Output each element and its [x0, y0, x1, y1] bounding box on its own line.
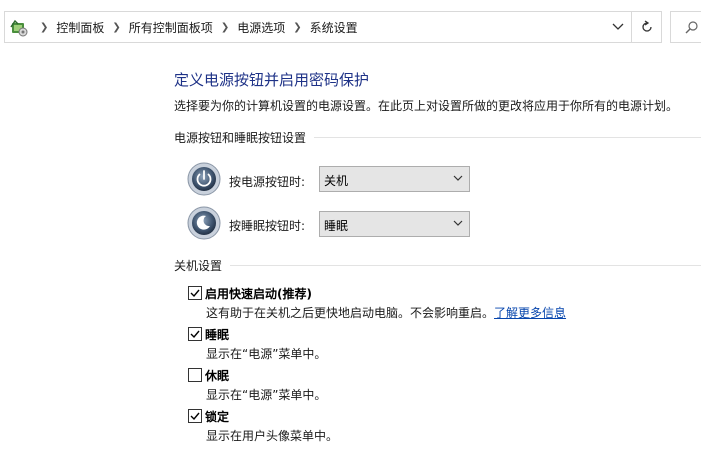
power-buttons-group-header: 电源按钮和睡眠按钮设置	[174, 129, 701, 145]
address-history-button[interactable]	[605, 12, 631, 42]
refresh-icon	[642, 20, 652, 32]
address-bar[interactable]: ❯ 控制面板 ❯ 所有控制面板项 ❯ 电源选项 ❯ 系统设置	[4, 11, 662, 43]
search-input[interactable]	[670, 11, 701, 43]
power-button-icon	[187, 162, 221, 196]
breadcrumb-item-system-settings[interactable]: 系统设置	[310, 19, 358, 36]
chevron-down-icon	[453, 175, 463, 181]
hibernate-description: 显示在“电源”菜单中。	[206, 388, 327, 402]
page-title: 定义电源按钮并启用密码保护	[174, 71, 370, 89]
power-button-label: 按电源按钮时:	[229, 175, 306, 189]
chevron-right-icon: ❯	[220, 21, 230, 33]
sleep-checkbox[interactable]	[188, 327, 202, 341]
hibernate-label[interactable]: 休眠	[205, 367, 229, 384]
chevron-right-icon: ❯	[293, 21, 302, 33]
fast-startup-description: 这有助于在关机之后更快地启动电脑。不会影响重启。了解更多信息	[206, 304, 566, 321]
checkmark-icon	[190, 330, 200, 339]
lock-checkbox[interactable]	[188, 409, 202, 423]
description-text: 这有助于在关机之后更快地启动电脑。不会影响重启。	[206, 306, 495, 320]
search-icon	[685, 21, 698, 34]
chevron-down-icon	[612, 23, 624, 30]
group-divider	[314, 136, 701, 138]
chevron-right-icon: ❯	[112, 21, 121, 33]
breadcrumb-item-all-items[interactable]: 所有控制面板项	[129, 19, 213, 36]
breadcrumb: ❯ 控制面板 ❯ 所有控制面板项 ❯ 电源选项 ❯ 系统设置	[32, 12, 358, 42]
sleep-label[interactable]: 睡眠	[205, 326, 229, 343]
hibernate-checkbox[interactable]	[188, 368, 202, 382]
sleep-description: 显示在“电源”菜单中。	[206, 347, 327, 361]
power-button-action-select[interactable]: 关机	[319, 166, 470, 192]
sleep-button-label: 按睡眠按钮时:	[229, 219, 306, 233]
sleep-button-icon	[187, 206, 221, 240]
group-divider	[230, 264, 701, 266]
chevron-right-icon: ❯	[40, 21, 49, 33]
control-panel-icon	[9, 18, 29, 38]
checkmark-icon	[190, 289, 200, 298]
sleep-button-action-select[interactable]: 睡眠	[319, 211, 470, 237]
page-description: 选择要为你的计算机设置的电源设置。在此页上对设置所做的更改将应用于你所有的电源计…	[174, 99, 679, 113]
fast-startup-checkbox[interactable]	[188, 286, 202, 300]
lock-description: 显示在用户头像菜单中。	[206, 429, 339, 443]
group-label: 关机设置	[174, 258, 223, 273]
checkmark-icon	[190, 412, 200, 421]
group-label: 电源按钮和睡眠按钮设置	[174, 130, 307, 145]
learn-more-link[interactable]: 了解更多信息	[494, 306, 566, 320]
shutdown-settings-group-header: 关机设置	[174, 257, 701, 273]
breadcrumb-item-power-options[interactable]: 电源选项	[237, 19, 285, 36]
select-value: 睡眠	[324, 219, 349, 233]
breadcrumb-item-control-panel[interactable]: 控制面板	[56, 19, 104, 36]
lock-label[interactable]: 锁定	[205, 408, 229, 425]
refresh-button[interactable]	[631, 12, 662, 42]
chevron-down-icon	[453, 220, 463, 226]
select-value: 关机	[324, 174, 349, 188]
fast-startup-label[interactable]: 启用快速启动(推荐)	[205, 285, 312, 302]
